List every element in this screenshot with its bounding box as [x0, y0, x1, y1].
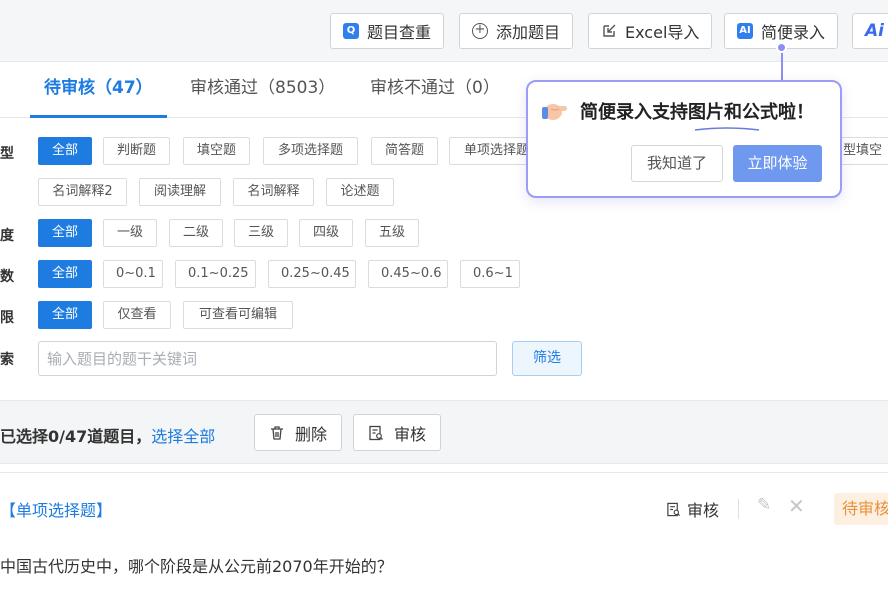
trash-icon: [271, 425, 283, 440]
question-audit-label: 审核: [687, 501, 720, 520]
type-chip-fill-blank[interactable]: 填空题: [183, 137, 250, 165]
audit-icon: [667, 502, 681, 516]
status-badge: 待审核: [834, 493, 888, 525]
excel-import-button[interactable]: Excel导入: [588, 13, 713, 49]
selection-summary: 已选择0/47道题目，选择全部: [0, 423, 215, 447]
difficulty-chip-all[interactable]: 全部: [38, 219, 92, 247]
type-chip-judgement[interactable]: 判断题: [103, 137, 170, 165]
delete-label: 删除: [295, 424, 328, 444]
difficulty-chip-3[interactable]: 三级: [234, 219, 288, 247]
coefficient-chip-0.45-0.6[interactable]: 0.45~0.6: [368, 260, 448, 288]
filter-button[interactable]: 筛选: [512, 341, 582, 376]
simple-entry-label: 简便录入: [761, 23, 826, 42]
feature-popup: 简便录入支持图片和公式啦！ 我知道了 立即体验: [526, 80, 842, 198]
tab-pending[interactable]: 待审核（47）: [30, 62, 167, 118]
question-type: 【单项选择题】: [0, 501, 113, 520]
question-audit-button[interactable]: 审核: [666, 497, 719, 521]
type-chip-term-explanation[interactable]: 名词解释: [233, 178, 314, 206]
question-card: 【单项选择题】 审核 ✎ ✕ 待审核 中国古代历史中，哪个阶段是从公元前2070…: [0, 472, 888, 592]
coefficient-chip-0.6-1[interactable]: 0.6~1: [460, 260, 520, 288]
pointing-hand-icon: [542, 104, 567, 120]
add-question-button[interactable]: + 添加题目: [459, 13, 574, 49]
coefficient-chip-0-0.1[interactable]: 0~0.1: [103, 260, 163, 288]
excel-import-label: Excel导入: [625, 23, 700, 42]
difficulty-chip-2[interactable]: 二级: [169, 219, 223, 247]
ai-logo: Ai: [865, 21, 884, 41]
permission-chip-view-edit[interactable]: 可查看可编辑: [183, 301, 293, 329]
plus-circle-icon: +: [472, 23, 488, 39]
keyword-search-input[interactable]: [38, 341, 497, 376]
top-toolbar: Q 题目查重 + 添加题目 Excel导入 AI 简便录入 Ai: [0, 0, 888, 62]
type-chip-essay[interactable]: 论述题: [326, 178, 394, 206]
question-text: 中国古代历史中，哪个阶段是从公元前2070年开始的？: [0, 557, 393, 576]
difficulty-chip-1[interactable]: 一级: [103, 219, 157, 247]
filter-label-search: 索: [0, 352, 14, 368]
filter-label-type: 型: [0, 146, 14, 162]
tab-rejected[interactable]: 审核不通过（0）: [370, 62, 500, 118]
selection-count: 已选择0/47道题目，: [0, 427, 152, 446]
type-chip-reading[interactable]: 阅读理解: [139, 178, 221, 206]
edit-icon[interactable]: ✎: [757, 495, 771, 515]
ai-button[interactable]: Ai: [852, 13, 888, 49]
type-chip-term-explanation-2[interactable]: 名词解释2: [38, 178, 127, 206]
try-now-button[interactable]: 立即体验: [733, 145, 822, 182]
ai-icon: AI: [737, 23, 753, 39]
difficulty-chip-5[interactable]: 五级: [365, 219, 419, 247]
search-icon: Q: [343, 23, 359, 39]
divider: [738, 499, 739, 519]
import-icon: [603, 24, 616, 37]
popup-title: 简便录入支持图片和公式啦！: [580, 102, 814, 123]
selection-bar: 已选择0/47道题目，选择全部 删除 审核: [0, 400, 888, 464]
add-question-label: 添加题目: [496, 23, 561, 42]
coefficient-chip-0.1-0.25[interactable]: 0.1~0.25: [175, 260, 256, 288]
audit-icon: [369, 425, 383, 440]
permission-chip-all[interactable]: 全部: [38, 301, 92, 329]
filter-label-difficulty: 度: [0, 228, 14, 244]
delete-button[interactable]: 删除: [254, 414, 343, 451]
coefficient-chip-all[interactable]: 全部: [38, 260, 92, 288]
popup-title-underline: [694, 127, 760, 131]
type-chip-multiple-choice[interactable]: 多项选择题: [263, 137, 358, 165]
type-chip-all[interactable]: 全部: [38, 137, 92, 165]
duplicate-check-button[interactable]: Q 题目查重: [330, 13, 445, 49]
popup-anchor-dot: [776, 42, 787, 53]
close-icon[interactable]: ✕: [788, 494, 805, 518]
type-chip-short-answer[interactable]: 简答题: [371, 137, 438, 165]
permission-chip-view-only[interactable]: 仅查看: [103, 301, 171, 329]
select-all-link[interactable]: 选择全部: [151, 427, 215, 446]
batch-audit-label: 审核: [394, 424, 427, 444]
filter-label-coefficient: 数: [0, 269, 14, 285]
dismiss-button[interactable]: 我知道了: [631, 145, 723, 182]
batch-audit-button[interactable]: 审核: [353, 414, 442, 451]
difficulty-chip-4[interactable]: 四级: [299, 219, 353, 247]
duplicate-check-label: 题目查重: [367, 23, 432, 42]
tab-approved[interactable]: 审核通过（8503）: [190, 62, 335, 118]
coefficient-chip-0.25-0.45[interactable]: 0.25~0.45: [268, 260, 356, 288]
filter-label-permission: 限: [0, 310, 14, 326]
